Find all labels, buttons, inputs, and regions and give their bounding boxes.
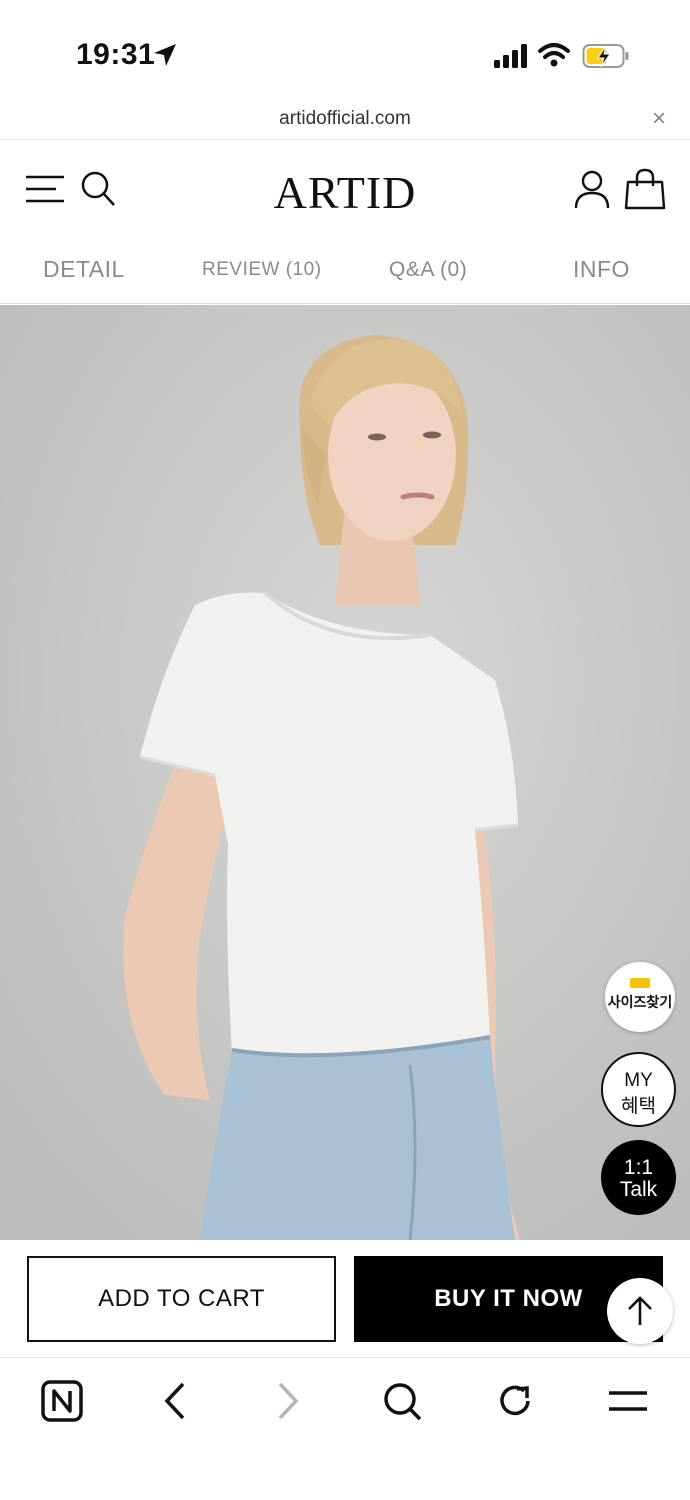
tab-qa[interactable]: Q&A (0) (389, 258, 467, 282)
close-icon[interactable]: × (652, 106, 666, 132)
add-to-cart-button[interactable]: ADD TO CART (27, 1256, 336, 1342)
my-benefits-label-1: MY (624, 1070, 653, 1091)
size-finder-label: 사이즈찾기 (607, 994, 673, 1010)
tab-info[interactable]: INFO (573, 256, 630, 283)
url-bar: artidofficial.com × (0, 100, 690, 140)
tab-detail[interactable]: DETAIL (43, 256, 125, 283)
naver-n-icon[interactable] (40, 1379, 84, 1423)
back-icon[interactable] (153, 1379, 197, 1423)
reload-icon[interactable] (493, 1379, 537, 1423)
talk-button[interactable]: 1:1 Talk (601, 1140, 676, 1215)
scroll-to-top-button[interactable] (607, 1278, 673, 1344)
status-bar: 19:31 (0, 0, 690, 100)
product-tabs: DETAIL REVIEW (10) Q&A (0) INFO (0, 240, 690, 304)
location-arrow-icon (154, 44, 176, 66)
signal-icon (494, 44, 527, 68)
product-photo[interactable] (0, 305, 690, 1240)
forward-icon[interactable] (266, 1379, 310, 1423)
find-icon[interactable] (380, 1379, 424, 1423)
browser-toolbar (0, 1359, 690, 1500)
my-benefits-button[interactable]: MY 혜택 (601, 1052, 676, 1127)
site-header: ARTID (0, 140, 690, 240)
talk-label-2: Talk (619, 1178, 658, 1201)
talk-label-1: 1:1 (623, 1156, 654, 1179)
arrow-up-icon (628, 1296, 652, 1325)
model-illustration (0, 305, 690, 1240)
tab-review[interactable]: REVIEW (10) (202, 259, 322, 281)
url-text[interactable]: artidofficial.com (0, 108, 690, 130)
hamburger-menu-icon[interactable] (606, 1379, 650, 1423)
shopping-bag-icon[interactable] (624, 168, 666, 210)
purchase-bar: ADD TO CART BUY IT NOW (0, 1240, 690, 1358)
status-time: 19:31 (76, 38, 156, 71)
account-icon[interactable] (574, 170, 610, 210)
battery-charging-icon (582, 44, 629, 68)
wifi-icon (538, 43, 570, 67)
ruler-icon (630, 978, 650, 988)
size-finder-button[interactable]: 사이즈찾기 (605, 962, 675, 1032)
my-benefits-label-2: 혜택 (621, 1096, 656, 1117)
